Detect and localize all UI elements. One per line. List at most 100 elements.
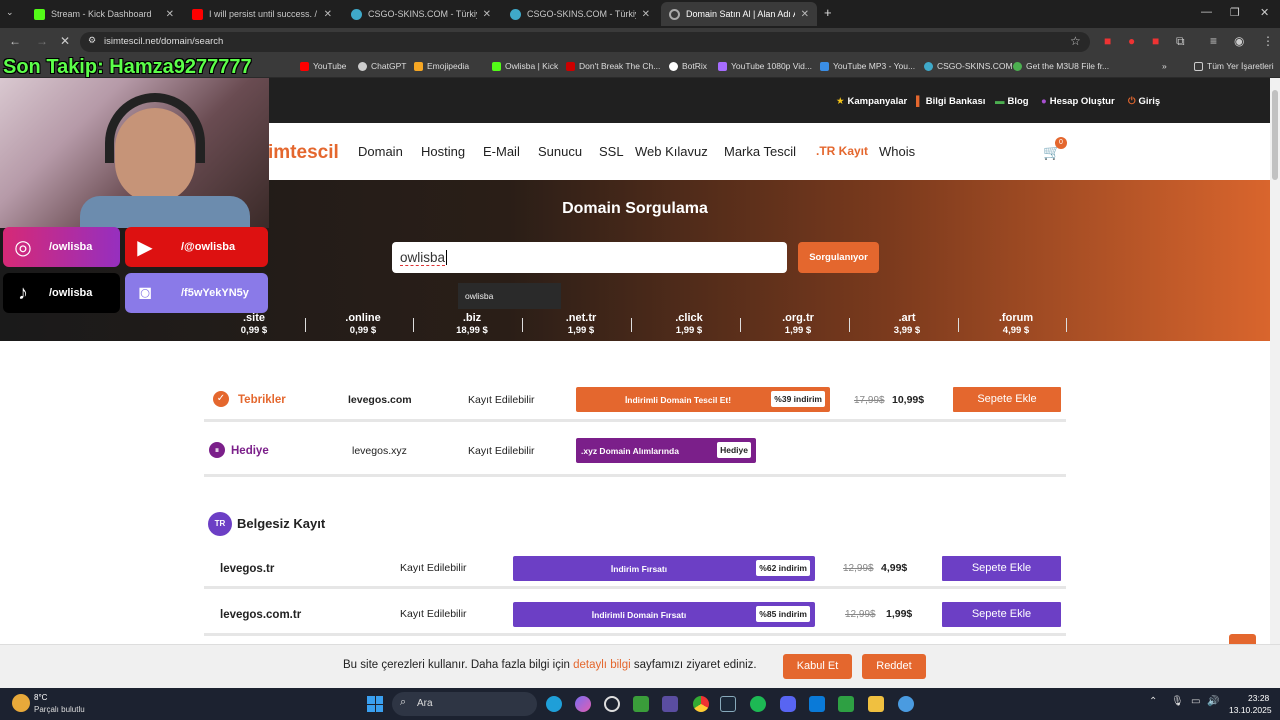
bookmark-m3u8[interactable]: Get the M3U8 File fr...	[1013, 61, 1109, 71]
clock-time[interactable]: 23:28	[1248, 693, 1269, 703]
bookmark-emojipedia[interactable]: Emojipedia	[414, 61, 469, 71]
bookmark-youtube-mp3[interactable]: YouTube MP3 - You...	[820, 61, 915, 71]
close-icon[interactable]: ✕	[166, 9, 174, 20]
add-to-cart-button[interactable]: Sepete Ekle	[942, 602, 1061, 627]
bookmark-chatgpt[interactable]: ChatGPT	[358, 61, 406, 71]
tray-chevron-icon[interactable]: ⌃	[1149, 696, 1157, 707]
stop-icon[interactable]: ✕	[60, 34, 70, 48]
scroll-to-top-button[interactable]	[1229, 634, 1256, 644]
accept-cookies-button[interactable]: Kabul Et	[783, 654, 852, 679]
tab-list-button[interactable]: ⌄	[6, 7, 14, 18]
vscode-icon[interactable]	[809, 696, 825, 712]
promo-banner[interactable]: İndirim Fırsatı %62 indirim	[513, 556, 815, 581]
tld-org-tr[interactable]: .org.tr 1,99 $	[763, 312, 833, 336]
microphone-icon[interactable]: 🎙	[1171, 696, 1184, 707]
bookmarks-overflow-icon[interactable]: »	[1162, 61, 1167, 71]
close-icon[interactable]: ✕	[801, 9, 809, 20]
gift-banner[interactable]: .xyz Domain Alımlarında Hediye	[576, 438, 756, 463]
bookmark-csgo-skins[interactable]: CSGO-SKINS.COM	[924, 61, 1013, 71]
add-to-cart-button[interactable]: Sepete Ekle	[953, 387, 1061, 412]
network-icon[interactable]: ▭	[1191, 696, 1200, 707]
bookmark-botrix[interactable]: BotRix	[669, 61, 707, 71]
close-window-icon[interactable]: ✕	[1260, 6, 1269, 19]
site-info-icon[interactable]: ⚙	[88, 35, 96, 46]
add-to-cart-button[interactable]: Sepete Ekle	[942, 556, 1061, 581]
taskbar-search[interactable]: ⌕ Ara	[392, 692, 537, 716]
nav-tr-registration[interactable]: .TR Kayıt	[816, 144, 868, 158]
profile-icon[interactable]: ◉	[1234, 34, 1244, 48]
nav-trademark[interactable]: Marka Tescil	[724, 144, 796, 159]
tld-forum[interactable]: .forum 4,99 $	[981, 312, 1051, 336]
copilot-icon[interactable]	[575, 696, 591, 712]
app-icon[interactable]	[662, 696, 678, 712]
url-input[interactable]: ⚙ isimtescil.net/domain/search	[80, 32, 1090, 52]
spotify-icon[interactable]	[750, 696, 766, 712]
tld-biz[interactable]: .biz 18,99 $	[437, 312, 507, 336]
tld-site[interactable]: .site 0,99 $	[219, 312, 289, 336]
promo-banner[interactable]: İndirimli Domain Tescil Et! %39 indirim	[576, 387, 830, 412]
bookmark-youtube[interactable]: YouTube	[300, 61, 346, 71]
close-icon[interactable]: ✕	[642, 9, 650, 20]
app-icon[interactable]	[898, 696, 914, 712]
domain-search-input[interactable]: owlisba	[392, 242, 787, 273]
extension-icon[interactable]: ■	[1152, 34, 1159, 48]
clock-date[interactable]: 13.10.2025	[1229, 705, 1272, 715]
nav-hosting[interactable]: Hosting	[421, 144, 465, 159]
nav-whois[interactable]: Whois	[879, 144, 915, 159]
reject-cookies-button[interactable]: Reddet	[862, 654, 926, 679]
page-scrollbar[interactable]	[1270, 78, 1280, 644]
promo-banner[interactable]: İndirimli Domain Fırsatı %85 indirim	[513, 602, 815, 627]
tab-csgo-1[interactable]: CSGO-SKINS.COM - Türkiye'nin ✕	[343, 2, 499, 26]
campaigns-link[interactable]: ★ Kampanyalar	[836, 96, 910, 107]
tab-kick[interactable]: Stream - Kick Dashboard ✕	[26, 2, 182, 26]
tab-domain[interactable]: Domain Satın Al | Alan Adı Aran ✕	[661, 2, 817, 26]
app-icon[interactable]	[838, 696, 854, 712]
new-tab-button[interactable]: +	[824, 5, 832, 20]
login-link[interactable]: ⏻ Giriş	[1128, 96, 1163, 107]
bookmark-owlisba-kick[interactable]: Owlisba | Kick	[492, 61, 558, 71]
menu-icon[interactable]: ⋮	[1262, 34, 1274, 48]
file-explorer-icon[interactable]	[868, 696, 884, 712]
nav-ssl[interactable]: SSL	[599, 144, 624, 159]
tld-net-tr[interactable]: .net.tr 1,99 $	[546, 312, 616, 336]
edge-icon[interactable]	[546, 696, 562, 712]
autocomplete-suggestion[interactable]: owlisba	[458, 283, 561, 309]
details-link[interactable]: detaylı bilgi	[573, 659, 631, 671]
bookmark-youtube-1080p[interactable]: YouTube 1080p Vid...	[718, 61, 812, 71]
app-icon[interactable]	[604, 696, 620, 712]
minimize-icon[interactable]: —	[1201, 6, 1212, 18]
scrollbar-thumb[interactable]	[1272, 90, 1278, 180]
chrome-icon[interactable]	[693, 696, 709, 712]
discord-icon[interactable]	[780, 696, 796, 712]
minecraft-icon[interactable]	[633, 696, 649, 712]
extension-icon[interactable]: ●	[1128, 34, 1135, 48]
restore-icon[interactable]: ❐	[1230, 6, 1240, 19]
media-icon[interactable]: ≡	[1210, 34, 1217, 48]
close-icon[interactable]: ✕	[324, 9, 332, 20]
bookmark-dont-break[interactable]: Don't Break The Ch...	[566, 61, 660, 71]
close-icon[interactable]: ✕	[483, 9, 491, 20]
nav-domain[interactable]: Domain	[358, 144, 403, 159]
tld-click[interactable]: .click 1,99 $	[654, 312, 724, 336]
tab-youtube[interactable]: I will persist until success. / Jazz ✕	[184, 2, 340, 26]
volume-icon[interactable]: 🔊	[1207, 696, 1219, 707]
nav-web-guide[interactable]: Web Kılavuz	[635, 144, 708, 159]
tld-art[interactable]: .art 3,99 $	[872, 312, 942, 336]
steam-icon[interactable]	[720, 696, 736, 712]
tld-online[interactable]: .online 0,99 $	[328, 312, 398, 336]
knowledge-base-link[interactable]: ▌ Bilgi Bankası	[916, 96, 988, 107]
back-icon[interactable]: ←	[9, 34, 21, 48]
blog-link[interactable]: ▬ Blog	[995, 96, 1032, 107]
nav-email[interactable]: E-Mail	[483, 144, 520, 159]
nav-server[interactable]: Sunucu	[538, 144, 582, 159]
all-bookmarks[interactable]: Tüm Yer İşaretleri	[1194, 61, 1274, 71]
search-button[interactable]: Sorgulanıyor	[798, 242, 879, 273]
bookmark-star-icon[interactable]: ☆	[1070, 34, 1081, 48]
start-button[interactable]	[367, 696, 383, 712]
extensions-puzzle-icon[interactable]: ⧉	[1176, 34, 1185, 49]
create-account-link[interactable]: ● Hesap Oluştur	[1041, 96, 1118, 107]
forward-icon[interactable]: →	[36, 34, 48, 48]
tab-csgo-2[interactable]: CSGO-SKINS.COM - Türkiye'nin ✕	[502, 2, 658, 26]
site-logo[interactable]: imtescil	[268, 142, 339, 164]
extension-icon[interactable]: ■	[1104, 34, 1111, 48]
